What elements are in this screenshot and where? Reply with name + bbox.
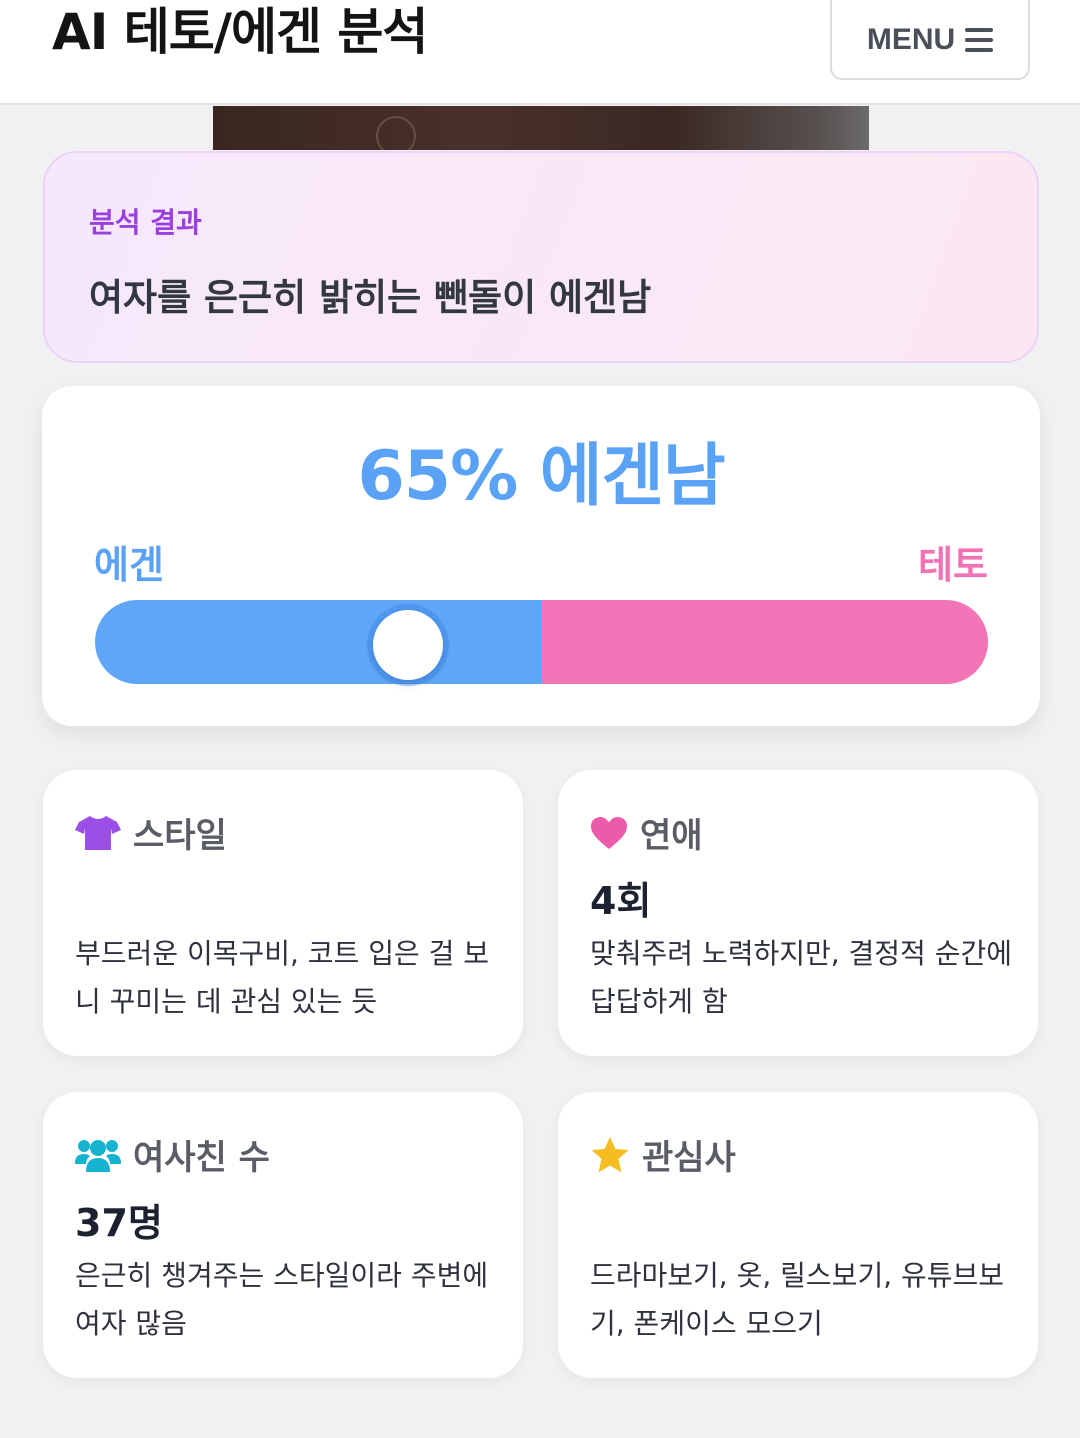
result-text: 여자를 은근히 밝히는 뺀돌이 에겐남 — [89, 276, 652, 319]
card-title: 여사친 수 — [133, 1138, 270, 1178]
style-card: 스타일 부드러운 이목구비, 코트 입은 걸 보니 꾸미는 데 관심 있는 듯 — [43, 770, 523, 1056]
app-title: AI 테토/에겐 분석 — [52, 3, 428, 61]
result-label: 분석 결과 — [89, 206, 202, 239]
top-header: AI 테토/에겐 분석 MENU — [0, 0, 1080, 105]
shirt-icon — [75, 815, 121, 850]
menu-label: MENU — [866, 23, 956, 56]
meter-teto-side — [541, 600, 988, 684]
card-desc: 부드러운 이목구비, 코트 입은 걸 보니 꾸미는 데 관심 있는 듯 — [75, 937, 490, 1018]
meter-egen-side — [95, 600, 542, 684]
result-card: 분석 결과 여자를 은근히 밝히는 뺀돌이 에겐남 — [43, 151, 1039, 363]
friends-card: 여사친 수 37명 은근히 챙겨주는 스타일이라 주변에 여자 많음 — [43, 1092, 523, 1378]
card-desc: 은근히 챙겨주는 스타일이라 주변에 여자 많음 — [75, 1259, 489, 1340]
card-desc: 드라마보기, 옷, 릴스보기, 유튜브보기, 폰케이스 모으기 — [590, 1259, 1005, 1340]
egen-label: 에겐 — [94, 543, 164, 587]
star-icon — [591, 1136, 629, 1172]
card-title: 스타일 — [133, 816, 227, 856]
card-title: 관심사 — [642, 1138, 736, 1178]
hobby-card: 관심사 드라마보기, 옷, 릴스보기, 유튜브보기, 폰케이스 모으기 — [558, 1092, 1038, 1378]
uploaded-photo — [213, 106, 869, 150]
card-value: 37명 — [75, 1201, 163, 1245]
meter-knob — [372, 610, 443, 680]
egen-teto-meter — [95, 600, 988, 684]
card-value: 4회 — [590, 879, 652, 923]
menu-button[interactable]: MENU — [830, 0, 1030, 80]
score-headline: 65% 에겐남 — [357, 437, 725, 516]
heart-icon — [591, 816, 627, 849]
teto-label: 테토 — [918, 543, 988, 587]
score-card: 65% 에겐남 에겐 테토 — [42, 386, 1040, 726]
love-card: 연애 4회 맞춰주려 노력하지만, 결정적 순간에 답답하게 함 — [558, 770, 1038, 1056]
hamburger-icon — [965, 28, 994, 52]
card-title: 연애 — [640, 816, 703, 856]
users-icon — [75, 1139, 121, 1172]
card-desc: 맞춰주려 노력하지만, 결정적 순간에 답답하게 함 — [590, 937, 1013, 1018]
